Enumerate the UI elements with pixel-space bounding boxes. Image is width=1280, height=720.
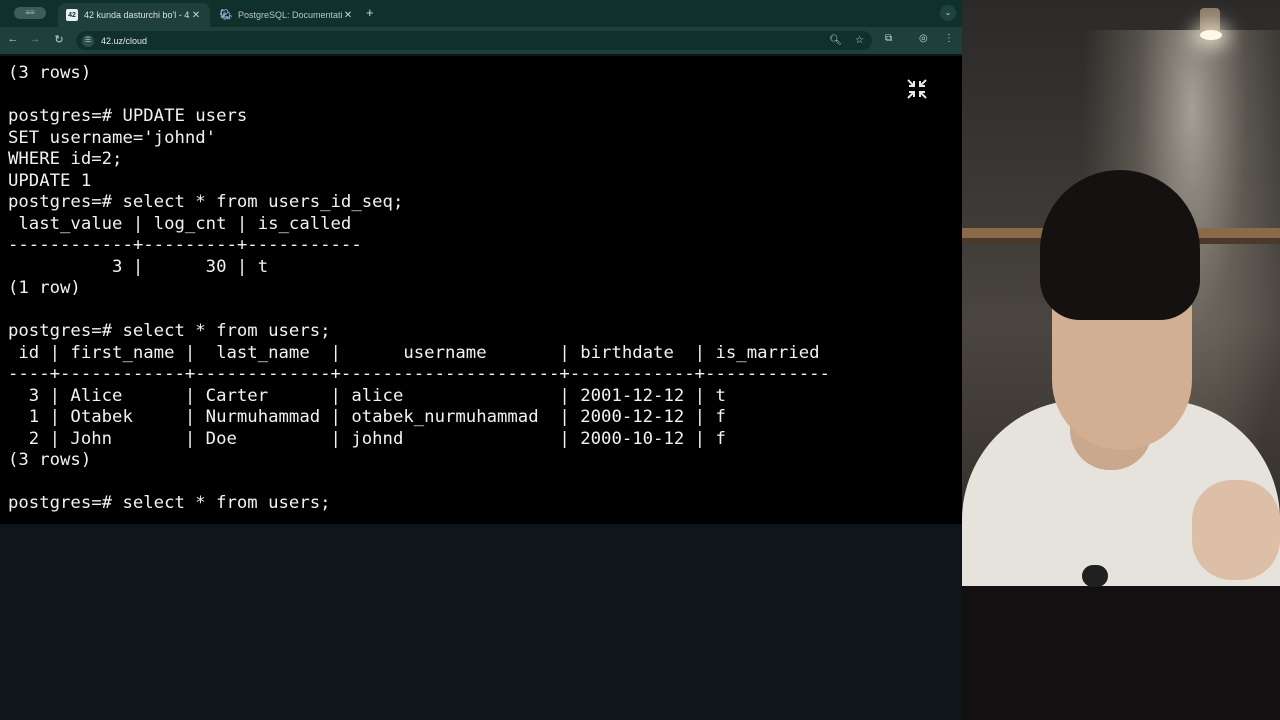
terminal-prompt-line: postgres=# select * from users; xyxy=(8,493,331,513)
url-text: 42.uz/cloud xyxy=(101,35,148,46)
tab-title: 42 kunda dasturchi bo'l - 42.uz xyxy=(84,10,190,20)
tab-group-pill[interactable]: ≡≡ xyxy=(14,7,46,19)
browser-window: ≡≡ 42 42 kunda dasturchi bo'l - 42.uz ✕ … xyxy=(0,0,962,720)
terminal-line: (3 rows) xyxy=(8,450,92,470)
terminal-line: 3 | 30 | t xyxy=(8,256,269,277)
42-logo-icon: 42 xyxy=(66,9,78,21)
tab-42uz[interactable]: 42 42 kunda dasturchi bo'l - 42.uz ✕ xyxy=(58,3,210,27)
terminal-line: SET username='johnd' xyxy=(8,127,217,148)
lamp-light xyxy=(1200,30,1222,40)
address-bar[interactable]: ☰ 42.uz/cloud 🔍︎ ☆ xyxy=(76,31,872,50)
browser-toolbar: ← → ↻ ☰ 42.uz/cloud 🔍︎ ☆ ⧉ ◎ ⋮ xyxy=(0,27,962,54)
tab-strip: ≡≡ 42 42 kunda dasturchi bo'l - 42.uz ✕ … xyxy=(0,0,962,27)
new-tab-button[interactable]: + xyxy=(366,5,374,20)
tab-title: PostgreSQL: Documentation xyxy=(238,10,342,20)
back-icon[interactable]: ← xyxy=(6,33,20,45)
desk xyxy=(962,586,1280,720)
terminal-line: WHERE id=2; xyxy=(8,149,123,169)
reload-icon[interactable]: ↻ xyxy=(52,33,66,46)
terminal-line: postgres=# select * from users_id_seq; xyxy=(8,192,404,212)
terminal-line: 3 | Alice | Carter | alice | 2001-12-12 … xyxy=(8,385,726,406)
terminal-line: ----+------------+-------------+--------… xyxy=(8,364,830,384)
terminal-line: 1 | Otabek | Nurmuhammad | otabek_nurmuh… xyxy=(8,407,726,427)
profile-icon[interactable]: ◎ xyxy=(919,33,928,44)
terminal-line: (1 row) xyxy=(8,278,81,298)
terminal-output[interactable]: (3 rows) postgres=# UPDATE users SET use… xyxy=(0,56,962,524)
terminal-line: last_value | log_cnt | is_called xyxy=(8,213,352,234)
page-background xyxy=(0,524,962,720)
site-info-icon[interactable]: ☰ xyxy=(82,34,94,47)
presenter-hair xyxy=(1040,170,1200,320)
bookmark-star-icon[interactable]: ☆ xyxy=(855,31,864,50)
tab-search-menu-button[interactable]: ⌄ xyxy=(940,5,956,21)
extensions-icon[interactable]: ⧉ xyxy=(885,33,892,44)
presenter-hand xyxy=(1192,480,1280,580)
terminal-line: id | first_name | last_name | username |… xyxy=(8,342,820,363)
menu-icon[interactable]: ⋮ xyxy=(944,33,954,44)
postgresql-elephant-icon: 🐘︎ xyxy=(219,9,233,21)
terminal-line: postgres=# UPDATE users xyxy=(8,106,248,126)
terminal-line: postgres=# select * from users; xyxy=(8,321,331,341)
terminal-line: (3 rows) xyxy=(8,63,92,83)
tab-postgresql-docs[interactable]: 🐘︎ PostgreSQL: Documentation ✕ xyxy=(212,3,362,27)
terminal-line: ------------+---------+----------- xyxy=(8,235,362,255)
forward-icon[interactable]: → xyxy=(28,33,42,45)
collapse-arrows-icon[interactable] xyxy=(906,78,928,100)
zoom-icon[interactable]: 🔍︎ xyxy=(829,31,842,50)
close-tab-icon[interactable]: ✕ xyxy=(342,10,354,21)
terminal-line: 2 | John | Doe | johnd | 2000-10-12 | f xyxy=(8,428,726,449)
microphone xyxy=(1082,565,1108,587)
terminal-line: UPDATE 1 xyxy=(8,170,92,191)
close-tab-icon[interactable]: ✕ xyxy=(190,10,202,21)
presenter-webcam-video xyxy=(962,0,1280,720)
